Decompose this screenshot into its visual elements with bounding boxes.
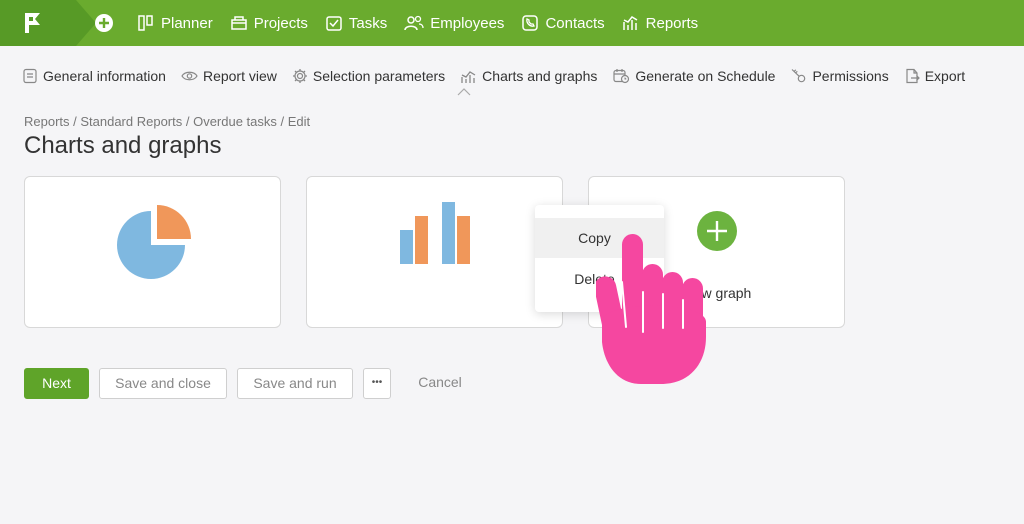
nav-contacts-label: Contacts bbox=[545, 14, 605, 32]
nav-planner-label: Planner bbox=[161, 14, 213, 32]
nav-projects-label: Projects bbox=[253, 14, 308, 32]
top-nav-bar: Planner Projects Tasks Employees Contact… bbox=[0, 0, 1024, 46]
tab-generate-on-schedule-label: Generate on Schedule bbox=[635, 68, 776, 84]
bar-chart-icon bbox=[400, 202, 470, 264]
tab-selection-parameters-label: Selection parameters bbox=[312, 68, 446, 84]
pie-chart-icon bbox=[117, 205, 191, 279]
calendar-clock-icon bbox=[613, 69, 630, 84]
flag-logo-icon bbox=[25, 13, 40, 33]
tab-permissions-label: Permissions bbox=[812, 68, 889, 84]
pointing-hand-cursor-icon bbox=[596, 234, 706, 384]
graph-card-bar[interactable] bbox=[306, 176, 563, 328]
tab-charts-and-graphs[interactable]: Charts and graphs bbox=[460, 68, 597, 84]
add-new-icon[interactable] bbox=[94, 13, 114, 33]
tab-report-view-label: Report view bbox=[202, 68, 277, 84]
nav-employees[interactable]: Employees bbox=[404, 14, 504, 32]
main-nav: Planner Projects Tasks Employees Contact… bbox=[137, 0, 715, 46]
tab-general-information-label: General information bbox=[43, 68, 166, 84]
key-icon bbox=[792, 69, 806, 83]
gear-icon bbox=[292, 69, 307, 83]
nav-contacts[interactable]: Contacts bbox=[521, 14, 605, 32]
nav-tasks-label: Tasks bbox=[348, 14, 388, 32]
tab-report-view[interactable]: Report view bbox=[181, 68, 277, 84]
page-title: Charts and graphs bbox=[24, 132, 222, 159]
nav-reports[interactable]: Reports bbox=[622, 14, 699, 32]
contacts-icon bbox=[522, 15, 539, 31]
tab-export-label: Export bbox=[924, 68, 966, 84]
nav-tasks[interactable]: Tasks bbox=[325, 14, 387, 32]
more-options-button[interactable]: ••• bbox=[363, 368, 391, 399]
document-icon bbox=[23, 68, 37, 84]
nav-reports-label: Reports bbox=[645, 14, 699, 32]
tab-export[interactable]: Export bbox=[904, 68, 965, 84]
tab-permissions[interactable]: Permissions bbox=[790, 68, 889, 84]
tab-general-information[interactable]: General information bbox=[22, 68, 166, 84]
projects-icon bbox=[230, 16, 247, 30]
nav-projects[interactable]: Projects bbox=[230, 14, 308, 32]
chart-icon bbox=[461, 71, 476, 83]
tab-generate-on-schedule[interactable]: Generate on Schedule bbox=[612, 68, 775, 84]
active-tab-caret-icon bbox=[457, 88, 471, 96]
cancel-button[interactable]: Cancel bbox=[412, 368, 468, 399]
app-logo[interactable] bbox=[0, 0, 96, 46]
tasks-icon bbox=[326, 16, 342, 31]
reports-icon bbox=[622, 16, 638, 30]
graph-card-pie[interactable] bbox=[24, 176, 281, 328]
report-section-toolbar: General information Report view Selectio… bbox=[22, 66, 980, 86]
planner-icon bbox=[138, 15, 153, 31]
save-and-close-button[interactable]: Save and close bbox=[99, 368, 227, 399]
nav-planner[interactable]: Planner bbox=[137, 14, 213, 32]
eye-icon bbox=[181, 71, 198, 81]
nav-employees-label: Employees bbox=[430, 14, 505, 32]
breadcrumb: Reports / Standard Reports / Overdue tas… bbox=[24, 114, 311, 129]
export-icon bbox=[906, 68, 920, 84]
tab-selection-parameters[interactable]: Selection parameters bbox=[292, 68, 445, 84]
next-button[interactable]: Next bbox=[24, 368, 89, 399]
save-and-run-button[interactable]: Save and run bbox=[237, 368, 353, 399]
employees-icon bbox=[404, 15, 424, 31]
tab-charts-and-graphs-label: Charts and graphs bbox=[482, 68, 598, 84]
